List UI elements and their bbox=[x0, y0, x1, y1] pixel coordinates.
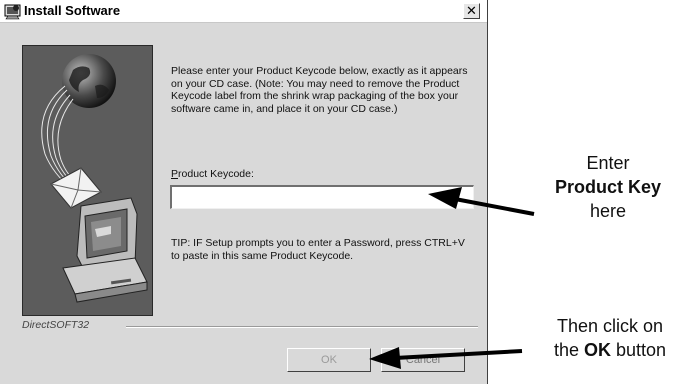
callout-1-line2: Product Key bbox=[528, 175, 688, 199]
keycode-label-accelerator: P bbox=[171, 168, 179, 180]
callout-2-post: button bbox=[610, 340, 667, 360]
product-keycode-label: Product Keycode: bbox=[171, 168, 254, 180]
callout-2-line2: the OK button bbox=[525, 338, 695, 362]
close-icon: ✕ bbox=[466, 3, 477, 18]
setup-artwork-panel bbox=[22, 45, 153, 316]
product-keycode-input[interactable] bbox=[170, 185, 474, 209]
window-title: Install Software bbox=[24, 3, 121, 18]
envelope-icon bbox=[50, 167, 102, 209]
instructions-text: Please enter your Product Keycode below,… bbox=[171, 65, 468, 115]
keycode-label-text: roduct Keycode: bbox=[178, 168, 254, 180]
brand-separator-row: DirectSOFT32 bbox=[20, 318, 480, 334]
app-icon bbox=[4, 3, 21, 20]
callout-1-line3: here bbox=[589, 201, 627, 221]
ok-button[interactable]: OK bbox=[287, 348, 371, 372]
globe-icon bbox=[62, 54, 116, 108]
close-button[interactable]: ✕ bbox=[463, 3, 480, 19]
brand-label: DirectSOFT32 bbox=[22, 319, 90, 331]
callout-2-bold: OK bbox=[583, 340, 611, 360]
install-software-dialog: Install Software ✕ Please enter your Pro… bbox=[0, 0, 488, 384]
callout-click-ok: Then click on the OK button bbox=[525, 314, 695, 362]
cancel-button[interactable]: Cancel bbox=[381, 348, 465, 372]
callout-2-pre: the bbox=[553, 340, 584, 360]
title-bar: Install Software ✕ bbox=[0, 0, 487, 23]
callout-1-line1: Enter bbox=[586, 153, 630, 173]
computer-icon bbox=[62, 197, 148, 303]
separator-line bbox=[126, 326, 478, 328]
callout-enter-product-key: Enter Product Key here bbox=[528, 151, 688, 223]
tip-text: TIP: IF Setup prompts you to enter a Pas… bbox=[171, 237, 465, 262]
callout-2-line1: Then click on bbox=[556, 316, 664, 336]
callout-1-bold: Product Key bbox=[554, 177, 662, 197]
